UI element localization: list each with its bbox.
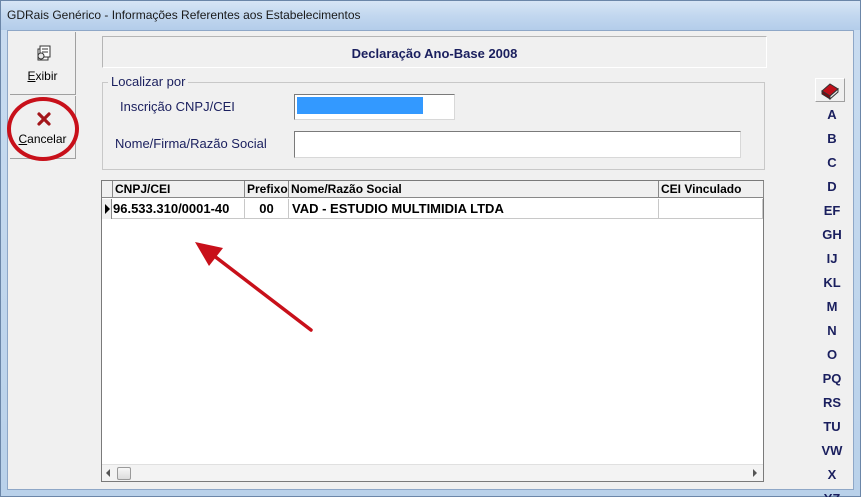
alphabet-letter-ef[interactable]: EF xyxy=(812,200,852,222)
alphabet-letter-o[interactable]: O xyxy=(812,344,852,366)
page-title: Declaração Ano-Base 2008 xyxy=(351,46,518,61)
cnpj-label: Inscrição CNPJ/CEI xyxy=(120,99,235,114)
header-panel: Declaração Ano-Base 2008 xyxy=(102,36,767,68)
alphabet-all-button[interactable] xyxy=(815,78,845,102)
row-indicator xyxy=(102,199,112,219)
column-header-nome[interactable]: Nome/Razão Social xyxy=(289,181,659,198)
view-icon xyxy=(37,45,51,61)
table-row[interactable]: 96.533.310/0001-40 00 VAD - ESTUDIO MULT… xyxy=(102,199,763,219)
cell-cei[interactable] xyxy=(659,199,763,219)
alphabet-letter-kl[interactable]: KL xyxy=(812,272,852,294)
scroll-left-icon[interactable] xyxy=(106,469,110,477)
alphabet-letter-c[interactable]: C xyxy=(812,152,852,174)
annotation-circle xyxy=(7,97,79,161)
column-header-cei[interactable]: CEI Vinculado xyxy=(659,181,764,198)
title-bar[interactable]: GDRais Genérico - Informações Referentes… xyxy=(1,1,860,30)
alphabet-letter-d[interactable]: D xyxy=(812,176,852,198)
annotation-arrow xyxy=(195,242,313,332)
alphabet-letter-tu[interactable]: TU xyxy=(812,416,852,438)
window-title: GDRais Genérico - Informações Referentes… xyxy=(7,8,361,22)
alphabet-letter-x[interactable]: X xyxy=(812,464,852,486)
column-header-cnpj[interactable]: CNPJ/CEI xyxy=(113,181,245,198)
column-header-prefixo[interactable]: Prefixo xyxy=(245,181,289,198)
alphabet-letter-b[interactable]: B xyxy=(812,128,852,150)
cell-prefixo[interactable]: 00 xyxy=(245,199,289,219)
exibir-label: Exibir xyxy=(27,69,58,83)
search-group-legend: Localizar por xyxy=(108,74,189,89)
current-row-arrow-icon xyxy=(105,204,110,214)
alphabet-letter-rs[interactable]: RS xyxy=(812,392,852,414)
alphabet-letter-vw[interactable]: VW xyxy=(812,440,852,462)
alphabet-letter-gh[interactable]: GH xyxy=(812,224,852,246)
cnpj-input-selection xyxy=(297,97,423,114)
alphabet-letter-yz[interactable]: YZ xyxy=(812,488,852,497)
name-input[interactable] xyxy=(294,131,741,158)
alphabet-letter-m[interactable]: M xyxy=(812,296,852,318)
application-window: GDRais Genérico - Informações Referentes… xyxy=(0,0,861,497)
cell-cnpj[interactable]: 96.533.310/0001-40 xyxy=(113,199,245,219)
grid-header: CNPJ/CEI Prefixo Nome/Razão Social CEI V… xyxy=(102,181,764,198)
eraser-icon xyxy=(821,83,839,101)
exibir-button[interactable]: Exibir xyxy=(10,32,76,95)
scroll-right-icon[interactable] xyxy=(753,469,757,477)
alphabet-letter-n[interactable]: N xyxy=(812,320,852,342)
header-indicator xyxy=(102,181,113,198)
cell-nome[interactable]: VAD - ESTUDIO MULTIMIDIA LTDA xyxy=(289,199,659,219)
alphabet-filter-bar: ABCDEFGHIJKLMNOPQRSTUVWXYZ xyxy=(812,76,848,497)
alphabet-letter-a[interactable]: A xyxy=(812,104,852,126)
alphabet-letter-pq[interactable]: PQ xyxy=(812,368,852,390)
scroll-thumb[interactable] xyxy=(117,467,131,480)
horizontal-scrollbar[interactable] xyxy=(102,464,763,481)
cnpj-input[interactable] xyxy=(294,94,455,120)
alphabet-letter-ij[interactable]: IJ xyxy=(812,248,852,270)
client-area: Exibir Cancelar Declaração Ano-Base 2008… xyxy=(7,30,854,497)
name-label: Nome/Firma/Razão Social xyxy=(115,136,267,151)
